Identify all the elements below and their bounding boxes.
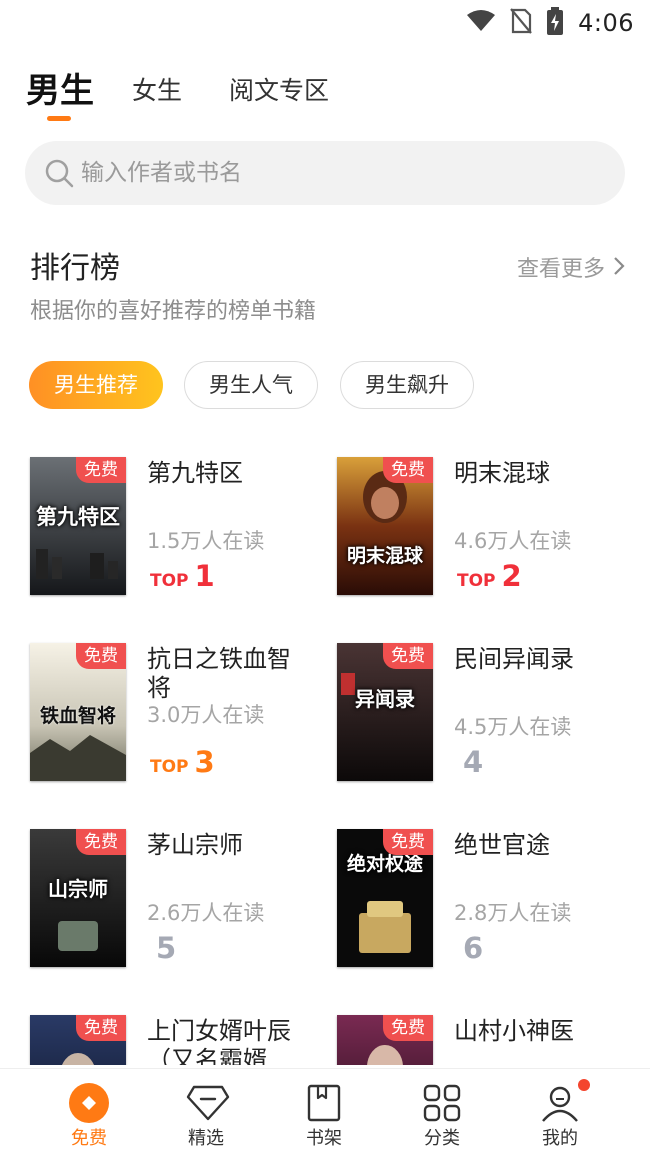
free-diamond-icon [69,1083,109,1123]
status-time: 4:06 [578,9,634,37]
rank-number: 2 [501,559,522,593]
book-title: 抗日之铁血智将 [147,645,291,702]
see-more-label: 查看更多 [516,257,605,282]
cover-title: 山宗师 [48,877,108,901]
top-label: TOP [457,571,496,591]
top-label: TOP [150,757,189,777]
cover-title: 明末混球 [346,545,423,567]
book-cover[interactable]: 绝对权途 免费 [337,829,433,967]
reader-count: 4.6万人在读 [454,529,572,553]
tab-male[interactable]: 男生 [26,68,94,114]
book-item[interactable]: 免费 上门女婿叶辰（又名霸婿... [30,1015,330,1065]
free-badge: 免费 [383,1015,433,1041]
rank-number: 4 [463,745,484,779]
reader-count: 4.5万人在读 [454,715,572,739]
section-title: 排行榜 [30,251,120,286]
rank-label: 4 [457,745,483,781]
book-item[interactable]: 异闻录 免费 民间异闻录 4.5万人在读 4 [337,643,637,783]
free-badge: 免费 [76,1015,126,1041]
free-badge: 免费 [76,829,126,855]
book-cover[interactable]: 山宗师 免费 [30,829,126,967]
nav-label: 书架 [306,1128,342,1149]
reader-count: 2.6万人在读 [147,901,265,925]
nav-category[interactable]: 分类 [392,1069,492,1155]
book-cover[interactable]: 免费 [30,1015,126,1065]
search-placeholder: 输入作者或书名 [81,160,242,186]
book-item[interactable]: 绝对权途 免费 绝世官途 2.8万人在读 6 [337,829,637,969]
free-badge: 免费 [383,829,433,855]
book-cover[interactable]: 明末混球 免费 [337,457,433,595]
cover-title: 铁血智将 [39,705,116,727]
book-item[interactable]: 免费 山村小神医 [337,1015,637,1065]
notification-dot [578,1079,590,1091]
book-item[interactable]: 铁血智将 免费 抗日之铁血智将 3.0万人在读 TOP 3 [30,643,330,783]
top-label: TOP [150,571,189,591]
rank-label: 5 [150,931,176,967]
filter-male-popular[interactable]: 男生人气 [184,361,318,409]
book-title: 绝世官途 [454,831,550,859]
nav-label: 精选 [188,1128,224,1149]
rank-label: TOP 3 [150,745,215,781]
status-icons: 4:06 [466,7,634,39]
book-ranking-list: 第九特区 免费 第九特区 1.5万人在读 TOP 1 明末混球 免费 明末混球 … [0,455,650,1065]
nav-profile[interactable]: 我的 [510,1069,610,1155]
status-bar: 4:06 [0,0,650,46]
wifi-icon [466,9,496,37]
book-item[interactable]: 山宗师 免费 茅山宗师 2.6万人在读 5 [30,829,330,969]
profile-icon [540,1083,580,1123]
book-item[interactable]: 第九特区 免费 第九特区 1.5万人在读 TOP 1 [30,457,330,597]
nav-label: 分类 [424,1128,460,1149]
gem-icon [186,1083,230,1123]
rank-number: 5 [156,931,177,965]
rank-label: TOP 2 [457,559,522,595]
rank-label: TOP 1 [150,559,215,595]
cover-title: 异闻录 [355,687,415,711]
cover-title: 第九特区 [36,504,120,529]
no-sim-icon [510,8,532,38]
see-more-link[interactable]: 查看更多 [517,252,625,288]
rank-number: 1 [194,559,215,593]
book-cover[interactable]: 免费 [337,1015,433,1065]
rank-number: 6 [463,931,484,965]
reader-count: 1.5万人在读 [147,529,265,553]
book-title: 茅山宗师 [147,831,243,859]
nav-label: 免费 [71,1128,107,1149]
category-grid-icon [422,1083,462,1123]
nav-label: 我的 [542,1128,578,1149]
search-input[interactable]: 输入作者或书名 [25,141,625,205]
reader-count: 3.0万人在读 [147,703,265,727]
filter-male-recommend[interactable]: 男生推荐 [29,361,163,409]
free-badge: 免费 [383,457,433,483]
book-title: 山村小神医 [454,1017,574,1045]
free-badge: 免费 [383,643,433,669]
book-title: 民间异闻录 [454,645,574,673]
nav-free[interactable]: 免费 [39,1069,139,1155]
free-badge: 免费 [76,643,126,669]
book-title: 明末混球 [454,459,550,487]
reader-count: 2.8万人在读 [454,901,572,925]
book-item[interactable]: 明末混球 免费 明末混球 4.6万人在读 TOP 2 [337,457,637,597]
ranking-header: 排行榜 查看更多 根据你的喜好推荐的榜单书籍 [30,248,625,338]
section-subtitle: 根据你的喜好推荐的榜单书籍 [30,299,317,324]
tab-yuewen-zone[interactable]: 阅文专区 [229,68,329,114]
nav-bookshelf[interactable]: 书架 [274,1069,374,1155]
book-cover[interactable]: 异闻录 免费 [337,643,433,781]
bottom-nav: 免费 精选 书架 分类 我的 [0,1068,650,1155]
battery-charging-icon [546,7,564,39]
bookshelf-icon [304,1083,344,1123]
book-title: 上门女婿叶辰（又名霸婿... [147,1017,291,1065]
search-icon [43,157,75,189]
filter-male-rising[interactable]: 男生飙升 [340,361,474,409]
nav-featured[interactable]: 精选 [156,1069,256,1155]
book-cover[interactable]: 铁血智将 免费 [30,643,126,781]
tab-female[interactable]: 女生 [132,68,182,114]
free-badge: 免费 [76,457,126,483]
rank-number: 3 [194,745,215,779]
rank-label: 6 [457,931,483,967]
active-tab-indicator [47,116,71,121]
book-cover[interactable]: 第九特区 免费 [30,457,126,595]
book-title: 第九特区 [147,459,243,487]
chevron-right-icon [613,252,625,288]
